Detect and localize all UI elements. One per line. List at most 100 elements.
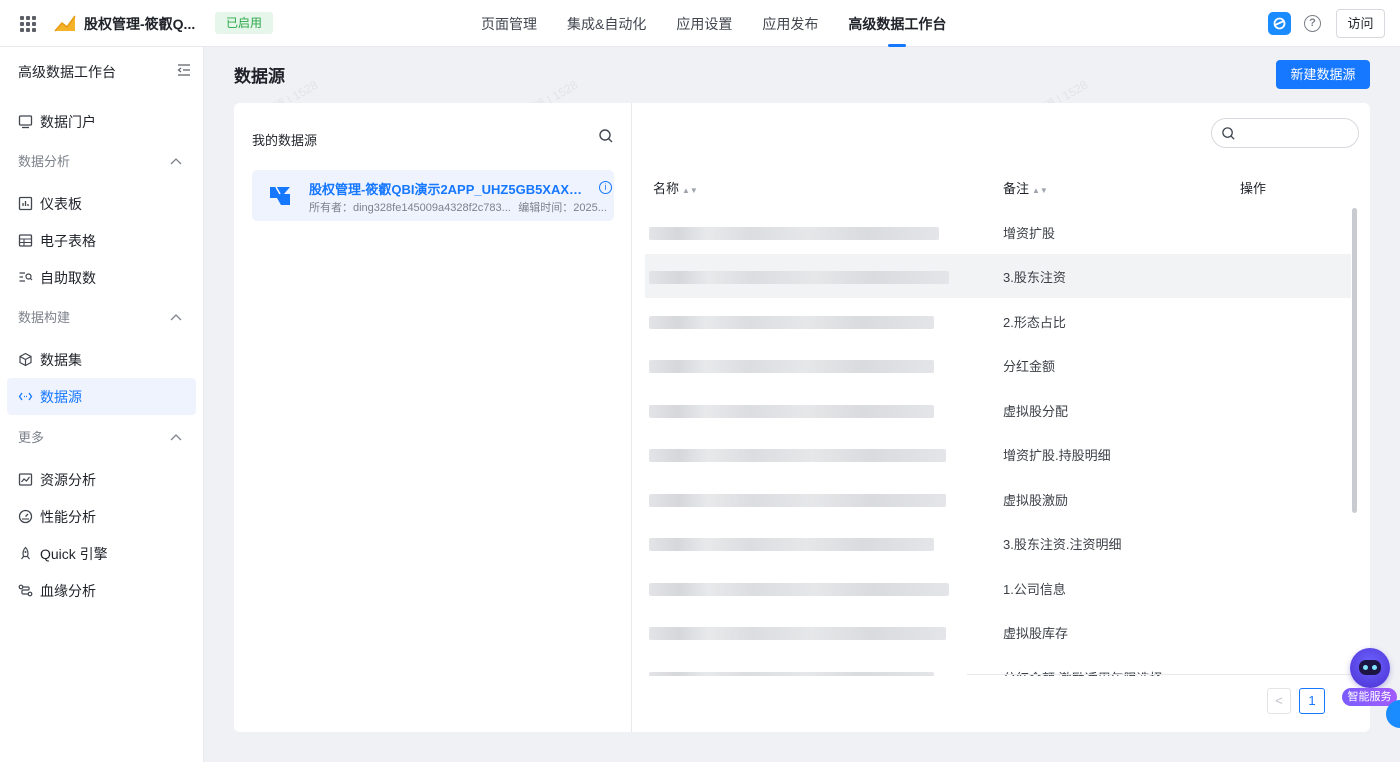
chevron-up-icon xyxy=(170,157,182,164)
row-remark: 3.股东注资 xyxy=(1003,270,1066,285)
bar-chart-icon xyxy=(18,196,33,211)
top-nav: 页面管理 集成&自动化 应用设置 应用发布 高级数据工作台 xyxy=(466,0,961,47)
smart-service-bot-icon[interactable] xyxy=(1350,648,1390,688)
blurred-name xyxy=(649,271,949,284)
datasource-owner: 所有者：ding328fe145009a4328f2c783... xyxy=(309,202,511,214)
blurred-name xyxy=(649,494,946,507)
new-datasource-button[interactable]: 新建数据源 xyxy=(1276,60,1370,89)
top-bar: 股权管理-筱叡Q... 已启用 页面管理 集成&自动化 应用设置 应用发布 高级… xyxy=(0,0,1400,47)
sidebar-item-label: 性能分析 xyxy=(40,508,96,525)
tab-app-settings[interactable]: 应用设置 xyxy=(661,0,747,47)
tab-app-publish[interactable]: 应用发布 xyxy=(747,0,833,47)
row-remark: 虚拟股激励 xyxy=(1003,493,1069,508)
sidebar-item-dataset[interactable]: 数据集 xyxy=(7,341,196,378)
table-pane: 名称 ▲▼ 备注 ▲▼ 操作 增资扩股 3.股东注资 2.形态占比 分红金额 虚… xyxy=(633,103,1370,732)
table-body: 增资扩股 3.股东注资 2.形态占比 分红金额 虚拟股分配 增资扩股.持股明细 xyxy=(633,208,1370,676)
app-title: 股权管理-筱叡Q... xyxy=(84,16,196,32)
blurred-name xyxy=(649,227,939,240)
datasource-card[interactable]: 股权管理-筱叡QBI演示2APP_UHZ5GB5XAXQ... i 所有者：di… xyxy=(252,170,614,221)
tab-page-management[interactable]: 页面管理 xyxy=(466,0,552,47)
sidebar-item-quick-engine[interactable]: Quick 引擎 xyxy=(7,535,196,572)
sidebar-item-data-portal[interactable]: 数据门户 xyxy=(7,103,196,140)
group-label: 更多 xyxy=(18,430,45,445)
row-remark: 虚拟股分配 xyxy=(1003,404,1069,419)
table-row[interactable]: 1.公司信息 xyxy=(645,566,1351,610)
column-header-name[interactable]: 名称 ▲▼ xyxy=(653,178,698,197)
tab-advanced-data-workbench[interactable]: 高级数据工作台 xyxy=(833,0,961,47)
table-scrollbar[interactable] xyxy=(1352,208,1357,513)
collapse-sidebar-icon[interactable] xyxy=(177,64,191,76)
group-label: 数据构建 xyxy=(18,310,71,325)
sidebar-item-label: 数据源 xyxy=(40,388,82,405)
sidebar-item-label: 资源分析 xyxy=(40,471,96,488)
sidebar-item-spreadsheet[interactable]: 电子表格 xyxy=(7,222,196,259)
table-row[interactable]: 虚拟股库存 xyxy=(645,610,1351,654)
list-search-icon xyxy=(19,272,33,282)
column-header-label: 备注 xyxy=(1003,181,1030,196)
search-icon[interactable] xyxy=(598,128,614,144)
blurred-name xyxy=(649,672,934,676)
divider xyxy=(967,674,1358,675)
table-row[interactable]: 2.形态占比 xyxy=(645,299,1351,343)
sidebar-item-lineage-analysis[interactable]: 血缘分析 xyxy=(7,572,196,609)
table-row[interactable]: 增资扩股 xyxy=(645,210,1351,254)
sidebar-group-more[interactable]: 更多 xyxy=(18,427,182,446)
table-row[interactable]: 虚拟股分配 xyxy=(645,388,1351,432)
blurred-name xyxy=(649,360,934,373)
datasource-panel: 我的数据源 股权管理-筱叡QBI演示2APP_UHZ5GB5XAXQ... i … xyxy=(234,103,1370,732)
row-remark: 3.股东注资.注资明细 xyxy=(1003,537,1122,552)
smart-service-label[interactable]: 智能服务 xyxy=(1342,688,1397,706)
row-remark: 增资扩股.持股明细 xyxy=(1003,448,1111,463)
row-remark: 虚拟股库存 xyxy=(1003,626,1069,641)
datasource-edit-time: 编辑时间：2025... xyxy=(518,202,607,214)
group-label: 数据分析 xyxy=(18,154,71,169)
line-chart-icon xyxy=(18,473,33,486)
blurred-name xyxy=(649,449,946,462)
app-grid-icon[interactable] xyxy=(20,16,36,32)
sidebar-item-datasource[interactable]: 数据源 xyxy=(7,378,196,415)
blurred-name xyxy=(649,538,934,551)
sidebar-item-label: 仪表板 xyxy=(40,195,82,212)
sidebar-item-label: Quick 引擎 xyxy=(40,545,108,562)
column-header-action: 操作 xyxy=(1240,181,1267,196)
sidebar-item-label: 数据门户 xyxy=(40,113,96,130)
status-badge: 已启用 xyxy=(215,12,274,34)
visit-button[interactable]: 访问 xyxy=(1336,9,1385,38)
row-remark: 分红金额 xyxy=(1003,359,1056,374)
lineage-icon xyxy=(18,584,33,597)
tab-integration-automation[interactable]: 集成&自动化 xyxy=(552,0,661,47)
blurred-name xyxy=(649,405,934,418)
sidebar-item-dashboard[interactable]: 仪表板 xyxy=(7,185,196,222)
sidebar-item-label: 自助取数 xyxy=(40,269,96,286)
datasource-meta: 所有者：ding328fe145009a4328f2c783... 编辑时间：2… xyxy=(309,199,609,215)
rocket-icon xyxy=(21,546,30,560)
sidebar-item-performance-analysis[interactable]: 性能分析 xyxy=(7,498,196,535)
column-header-remark[interactable]: 备注 ▲▼ xyxy=(1003,178,1048,197)
pagination-page-button[interactable]: 1 xyxy=(1299,688,1325,714)
chevron-up-icon xyxy=(170,313,182,320)
gauge-icon xyxy=(18,509,33,524)
table-row[interactable]: 虚拟股激励 xyxy=(645,477,1351,521)
help-icon[interactable]: ? xyxy=(1304,15,1321,32)
sort-icon: ▲▼ xyxy=(1032,186,1048,195)
pagination-prev-button[interactable]: < xyxy=(1267,688,1291,714)
my-datasources-title: 我的数据源 xyxy=(252,133,318,148)
table-row[interactable]: 3.股东注资.注资明细 xyxy=(645,521,1351,565)
table-row[interactable]: 增资扩股.持股明细 xyxy=(645,432,1351,476)
sidebar-item-self-fetch[interactable]: 自助取数 xyxy=(7,259,196,296)
table-row[interactable]: 分红金额 xyxy=(645,343,1351,387)
table-row[interactable]: 3.股东注资 xyxy=(645,254,1351,298)
table-search-input[interactable] xyxy=(1211,118,1359,148)
sort-icon: ▲▼ xyxy=(682,186,698,195)
sidebar-item-label: 电子表格 xyxy=(40,232,96,249)
sidebar: 高级数据工作台 数据门户 数据分析 仪表板 电子表格 自助取数 数据构建 数据集… xyxy=(0,47,204,762)
blurred-name xyxy=(649,583,949,596)
search-icon xyxy=(1222,127,1235,140)
chevron-up-icon xyxy=(170,433,182,440)
info-icon[interactable]: i xyxy=(599,181,612,194)
sidebar-item-resource-analysis[interactable]: 资源分析 xyxy=(7,461,196,498)
assistant-app-icon[interactable] xyxy=(1268,12,1291,35)
sidebar-group-build[interactable]: 数据构建 xyxy=(18,307,182,326)
table-row[interactable]: 分红金额.激励适用年限选择 xyxy=(645,655,1351,676)
sidebar-group-analysis[interactable]: 数据分析 xyxy=(18,151,182,170)
